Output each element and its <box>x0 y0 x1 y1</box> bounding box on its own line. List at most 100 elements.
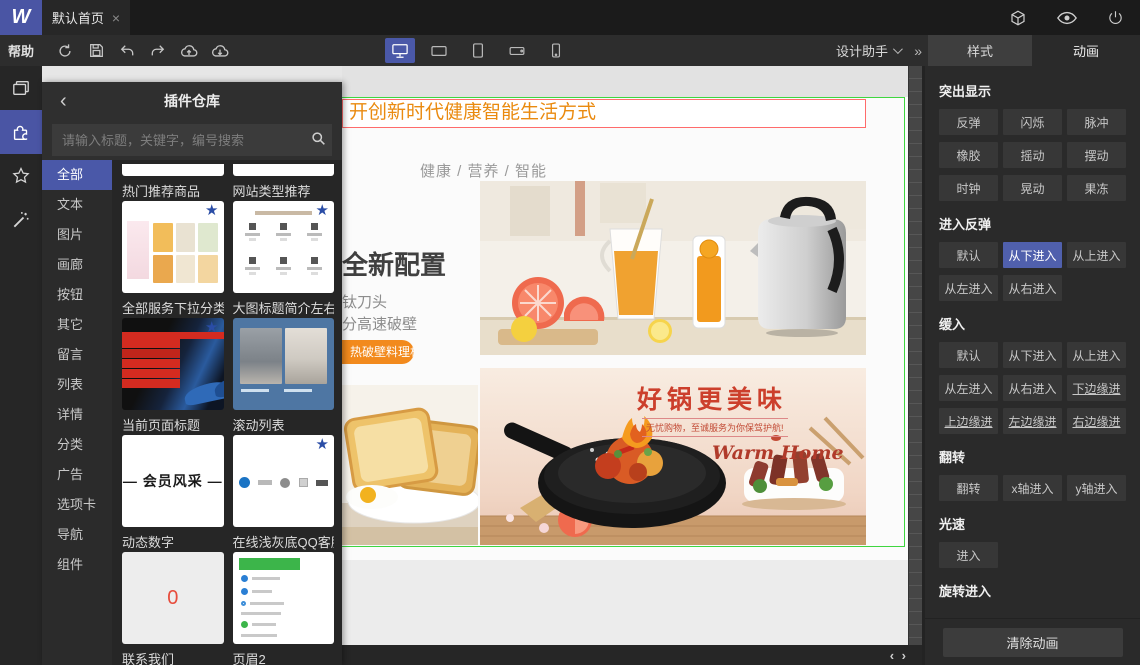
undo-icon[interactable] <box>117 40 137 62</box>
page-subheading[interactable]: 健康 / 营养 / 智能 <box>420 160 547 181</box>
product-block-title[interactable]: 全新配置 <box>342 245 446 282</box>
plugin-card[interactable] <box>122 164 224 176</box>
design-assistant-dropdown[interactable]: 设计助手 <box>836 35 903 66</box>
category-item[interactable]: 图片 <box>42 220 112 250</box>
product-feature-2[interactable]: 分高速破壁 <box>342 313 417 334</box>
category-item[interactable]: 其它 <box>42 310 112 340</box>
cloud-upload-icon[interactable] <box>179 40 199 62</box>
plugin-card[interactable]: 动态数字 0 <box>122 533 224 644</box>
animation-button[interactable]: 摇动 <box>1003 142 1062 168</box>
favorite-star-icon[interactable]: ★ <box>316 437 329 452</box>
plugin-search-input[interactable] <box>52 124 332 156</box>
animation-button[interactable]: 从左进入 <box>939 275 998 301</box>
category-item[interactable]: 分类 <box>42 430 112 460</box>
category-item[interactable]: 留言 <box>42 340 112 370</box>
help-menu[interactable]: 帮助 <box>8 35 34 66</box>
components-cube-icon[interactable] <box>1009 9 1027 27</box>
plugin-card[interactable]: 全部服务下拉分类带... ★ <box>122 299 224 410</box>
category-item[interactable]: 组件 <box>42 550 112 580</box>
favorite-star-icon[interactable]: ★ <box>205 203 218 218</box>
animation-button[interactable]: 默认 <box>939 242 998 268</box>
power-icon[interactable] <box>1107 9 1124 27</box>
selected-heading-element[interactable]: 开创新时代健康智能生活方式 <box>342 99 866 128</box>
tab-close-icon[interactable]: × <box>112 10 120 26</box>
plugin-grid: 热门推荐商品 ★ 网站类型推荐 ★ 全部服务下拉分类带... ★ 大图标题简介左右切... 当… <box>112 160 342 665</box>
animation-button[interactable]: 从左进入 <box>939 375 998 401</box>
favorite-star-icon[interactable]: ★ <box>205 320 218 335</box>
category-item[interactable]: 全部 <box>42 160 112 190</box>
device-desktop-button[interactable] <box>385 38 415 63</box>
animation-button[interactable]: 从下进入 <box>1003 242 1062 268</box>
animation-button[interactable]: 摆动 <box>1067 142 1126 168</box>
news-section[interactable]: 资讯动态 <box>342 560 908 645</box>
favorite-star-icon[interactable]: ★ <box>316 203 329 218</box>
plugin-card[interactable]: 页眉2 <box>233 650 335 665</box>
device-phone-portrait-button[interactable] <box>541 38 571 63</box>
device-tablet-portrait-button[interactable] <box>463 38 493 63</box>
animation-button[interactable]: 反弹 <box>939 109 998 135</box>
plugin-card[interactable]: 网站类型推荐 ★ <box>232 182 334 293</box>
animation-button[interactable]: 下边缘进 <box>1067 375 1126 401</box>
category-item[interactable]: 文本 <box>42 190 112 220</box>
save-icon[interactable] <box>86 40 106 62</box>
plugin-card[interactable]: 联系我们 <box>122 650 224 665</box>
animation-button[interactable]: 果冻 <box>1067 175 1126 201</box>
toast-image[interactable] <box>342 385 478 545</box>
sidebar-plugins-button[interactable] <box>0 110 42 154</box>
panel-back-icon[interactable]: ‹ <box>60 82 67 120</box>
animation-button[interactable]: 闪烁 <box>1003 109 1062 135</box>
animation-button[interactable]: 翻转 <box>939 475 998 501</box>
animation-button[interactable]: 左边缘进 <box>1003 408 1062 434</box>
device-phone-landscape-button[interactable] <box>502 38 532 63</box>
category-item[interactable]: 按钮 <box>42 280 112 310</box>
redo-icon[interactable] <box>148 40 168 62</box>
animation-button[interactable]: 右边缘进 <box>1067 408 1126 434</box>
product-feature-1[interactable]: 钛刀头 <box>342 291 387 312</box>
animation-button[interactable]: 从上进入 <box>1067 242 1126 268</box>
category-item[interactable]: 画廊 <box>42 250 112 280</box>
animation-button[interactable]: 默认 <box>939 342 998 368</box>
clear-animation-button[interactable]: 清除动画 <box>942 627 1123 657</box>
sidebar-favorites-button[interactable] <box>0 154 42 198</box>
device-tablet-landscape-button[interactable] <box>424 38 454 63</box>
preview-eye-icon[interactable] <box>1057 10 1077 26</box>
animation-button[interactable]: 从右进入 <box>1003 375 1062 401</box>
collapse-panel-icon[interactable]: » <box>914 35 922 66</box>
animation-section-title: 光速 <box>939 517 966 532</box>
animation-button[interactable]: 晃动 <box>1003 175 1062 201</box>
refresh-icon[interactable] <box>55 40 75 62</box>
plugin-card[interactable]: 在线浅灰底QQ客服 <box>232 533 334 644</box>
code-view-icon[interactable]: ‹ › <box>890 648 908 663</box>
page-preview[interactable]: 开创新时代健康智能生活方式 健康 / 营养 / 智能 全新配置 钛刀头 分高速破… <box>342 97 908 645</box>
plugin-card[interactable] <box>232 164 334 176</box>
animation-button[interactable]: 橡胶 <box>939 142 998 168</box>
category-item[interactable]: 广告 <box>42 460 112 490</box>
page-tab[interactable]: 默认首页 × <box>42 0 130 35</box>
animation-button[interactable]: 上边缘进 <box>939 408 998 434</box>
animation-button[interactable]: 时钟 <box>939 175 998 201</box>
category-item[interactable]: 详情 <box>42 400 112 430</box>
plugin-card[interactable]: 大图标题简介左右切... <box>232 299 334 410</box>
category-item[interactable]: 列表 <box>42 370 112 400</box>
sidebar-magic-wand-button[interactable] <box>0 198 42 242</box>
tab-style[interactable]: 样式 <box>928 35 1032 66</box>
animation-button[interactable]: y轴进入 <box>1067 475 1126 501</box>
animation-button[interactable]: 脉冲 <box>1067 109 1126 135</box>
category-item[interactable]: 选项卡 <box>42 490 112 520</box>
animation-button[interactable]: x轴进入 <box>1003 475 1062 501</box>
tab-animation[interactable]: 动画 <box>1032 35 1140 66</box>
canvas-scrollbar[interactable] <box>908 66 922 645</box>
search-icon[interactable] <box>311 131 326 146</box>
animation-button[interactable]: 从右进入 <box>1003 275 1062 301</box>
category-item[interactable]: 导航 <box>42 520 112 550</box>
kettle-product-image[interactable] <box>480 181 866 355</box>
plugin-card[interactable]: 当前页面标题 — 会员风采 — <box>122 416 224 527</box>
plugin-card[interactable]: 滚动列表 ★ <box>232 416 334 527</box>
cloud-download-icon[interactable] <box>210 40 230 62</box>
animation-button[interactable]: 从上进入 <box>1067 342 1126 368</box>
plugin-card[interactable]: 热门推荐商品 ★ <box>122 182 224 293</box>
animation-button[interactable]: 进入 <box>939 542 998 568</box>
animation-button[interactable]: 从下进入 <box>1003 342 1062 368</box>
sidebar-pages-button[interactable] <box>0 66 42 110</box>
product-button[interactable]: 热破壁料理机 <box>342 340 414 364</box>
